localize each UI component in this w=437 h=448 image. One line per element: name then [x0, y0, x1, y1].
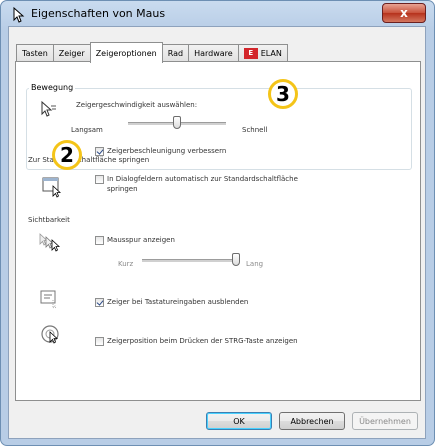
- cancel-button-label: Abbrechen: [290, 416, 334, 426]
- group-visibility-label: Sichtbarkeit: [28, 216, 70, 224]
- tab-tasten[interactable]: Tasten: [16, 44, 54, 62]
- tab-zeigeroptionen[interactable]: Zeigeroptionen: [89, 42, 163, 63]
- tab-label: Zeiger: [58, 49, 85, 58]
- speed-slider-thumb[interactable]: [173, 116, 181, 129]
- ctrl-locate-label: Zeigerposition beim Drücken der STRG-Tas…: [107, 337, 298, 345]
- group-snap-label: Zur Standardschaltfläche springen: [28, 156, 150, 164]
- close-icon: x: [400, 6, 408, 20]
- hide-pointer-icon: [40, 290, 57, 310]
- ok-button-label: OK: [233, 416, 245, 426]
- snap-to-default-icon: [42, 177, 62, 198]
- tab-strip: Tasten Zeiger Zeigeroptionen Rad Hardwar…: [16, 42, 288, 63]
- title-bar[interactable]: Eigenschaften von Maus x: [1, 1, 434, 27]
- speed-fast-label: Schnell: [242, 126, 268, 134]
- tab-rad[interactable]: Rad: [161, 44, 190, 62]
- tab-hardware[interactable]: Hardware: [188, 44, 239, 62]
- trails-slider-thumb[interactable]: [232, 253, 240, 266]
- snap-label-line1: In Dialogfeldern automatisch zur Standar…: [107, 175, 298, 183]
- apply-button[interactable]: Übernehmen: [352, 412, 418, 430]
- tab-elan[interactable]: E ELAN: [237, 44, 288, 62]
- snap-checkbox[interactable]: [95, 175, 104, 184]
- ctrl-locate-icon: [41, 325, 59, 344]
- hide-pointer-label: Zeiger bei Tastatureingaben ausblenden: [107, 298, 249, 306]
- snap-label-line2: springen: [107, 185, 138, 193]
- trails-checkbox[interactable]: [95, 236, 104, 245]
- cancel-button[interactable]: Abbrechen: [279, 412, 345, 430]
- trails-label: Mausspur anzeigen: [107, 236, 175, 244]
- trails-slider-track[interactable]: [142, 259, 236, 262]
- tab-label: Zeigeroptionen: [95, 48, 157, 58]
- elan-logo-icon: E: [243, 48, 258, 59]
- trails-long-label: Lang: [246, 260, 264, 268]
- speed-slow-label: Langsam: [71, 126, 103, 134]
- accel-checkbox[interactable]: [95, 147, 104, 156]
- apply-button-label: Übernehmen: [359, 416, 411, 426]
- tab-panel-zeigeroptionen: Bewegung Zeigergeschwindigkeit auswählen…: [15, 61, 421, 401]
- speed-label: Zeigergeschwindigkeit auswählen:: [76, 101, 198, 109]
- close-button[interactable]: x: [382, 3, 426, 23]
- annotation-badge-3: 3: [268, 79, 298, 109]
- tab-label: ELAN: [260, 49, 282, 58]
- tab-zeiger[interactable]: Zeiger: [52, 44, 91, 62]
- mouse-pointer-icon: [13, 7, 25, 23]
- window-title: Eigenschaften von Maus: [31, 7, 166, 20]
- tab-label: Tasten: [22, 49, 48, 58]
- tab-label: Rad: [167, 49, 184, 58]
- group-motion-label: Bewegung: [29, 83, 76, 92]
- mouse-trails-icon: [39, 233, 61, 252]
- trails-short-label: Kurz: [118, 260, 134, 268]
- tab-label: Hardware: [194, 49, 233, 58]
- hide-pointer-checkbox[interactable]: [95, 298, 104, 307]
- accel-label: Zeigerbeschleunigung verbessern: [107, 147, 227, 155]
- pointer-speed-icon: [41, 100, 56, 117]
- ctrl-locate-checkbox[interactable]: [95, 337, 104, 346]
- annotation-badge-2: 2: [52, 140, 82, 170]
- ok-button[interactable]: OK: [206, 412, 272, 430]
